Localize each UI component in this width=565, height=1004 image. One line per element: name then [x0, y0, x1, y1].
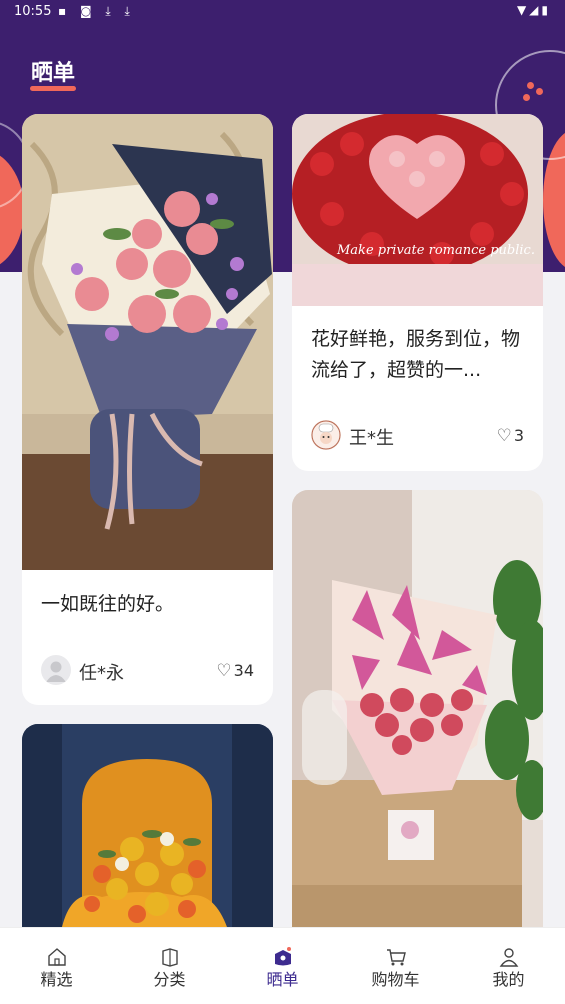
signal-battery-icon: ▼◢▮: [516, 3, 551, 17]
post-card[interactable]: 一如既往的好。 任*永 ♡ 34: [22, 114, 273, 705]
post-footer: 任*永 ♡ 34: [41, 655, 254, 687]
home-icon: [46, 946, 68, 968]
tab-label: 晒单: [266, 970, 299, 989]
title-underline: [30, 86, 76, 91]
tab-category[interactable]: 分类: [113, 928, 226, 1004]
tab-profile[interactable]: 我的: [452, 928, 565, 1004]
showcase-icon: [272, 946, 294, 968]
post-photo[interactable]: Make private romance public.: [292, 114, 543, 306]
post-text: 花好鲜艳，服务到位，物流给了，超赞的一...: [311, 328, 521, 381]
tab-showcase[interactable]: 晒单: [226, 928, 339, 1004]
tab-cart[interactable]: 购物车: [339, 928, 452, 1004]
avatar[interactable]: [311, 420, 341, 450]
post-card[interactable]: [292, 490, 543, 927]
avatar[interactable]: [41, 655, 71, 685]
user-name: 王*生: [349, 428, 394, 449]
like-button[interactable]: ♡ 3: [497, 426, 524, 446]
status-bar: 10:55 ▪ ◙ ⤓ ⤓ ▼◢▮: [0, 0, 565, 24]
page-title: 晒单: [31, 61, 76, 86]
like-button[interactable]: ♡ 34: [216, 661, 254, 681]
post-photo[interactable]: [22, 724, 273, 927]
post-card[interactable]: Make private romance public. 花好鲜艳，服务到位，物…: [292, 114, 543, 471]
tab-label: 我的: [492, 970, 525, 989]
cart-icon: [385, 946, 407, 968]
notification-icons: ▪ ◙ ⤓ ⤓: [58, 4, 135, 18]
tab-home[interactable]: 精选: [0, 928, 113, 1004]
tab-label: 分类: [153, 970, 186, 989]
heart-icon: ♡: [496, 426, 512, 446]
post-photo[interactable]: [292, 490, 543, 927]
post-card[interactable]: [22, 724, 273, 927]
profile-icon: [498, 946, 520, 968]
status-time: 10:55: [14, 4, 52, 19]
photo-caption: Make private romance public.: [336, 243, 535, 258]
user-name: 任*永: [79, 663, 124, 684]
post-photo[interactable]: [22, 114, 273, 570]
tab-label: 购物车: [371, 970, 420, 989]
bottom-tab-bar: 精选 分类 晒单 购物车 我的: [0, 927, 565, 1004]
decorative-dots: [519, 82, 545, 108]
tab-label: 精选: [40, 970, 73, 989]
heart-icon: ♡: [216, 661, 232, 681]
post-footer: 王*生 ♡ 3: [311, 420, 524, 452]
like-count: 3: [513, 426, 524, 445]
post-text: 一如既往的好。: [41, 593, 175, 615]
like-count: 34: [233, 661, 254, 680]
category-icon: [159, 946, 181, 968]
